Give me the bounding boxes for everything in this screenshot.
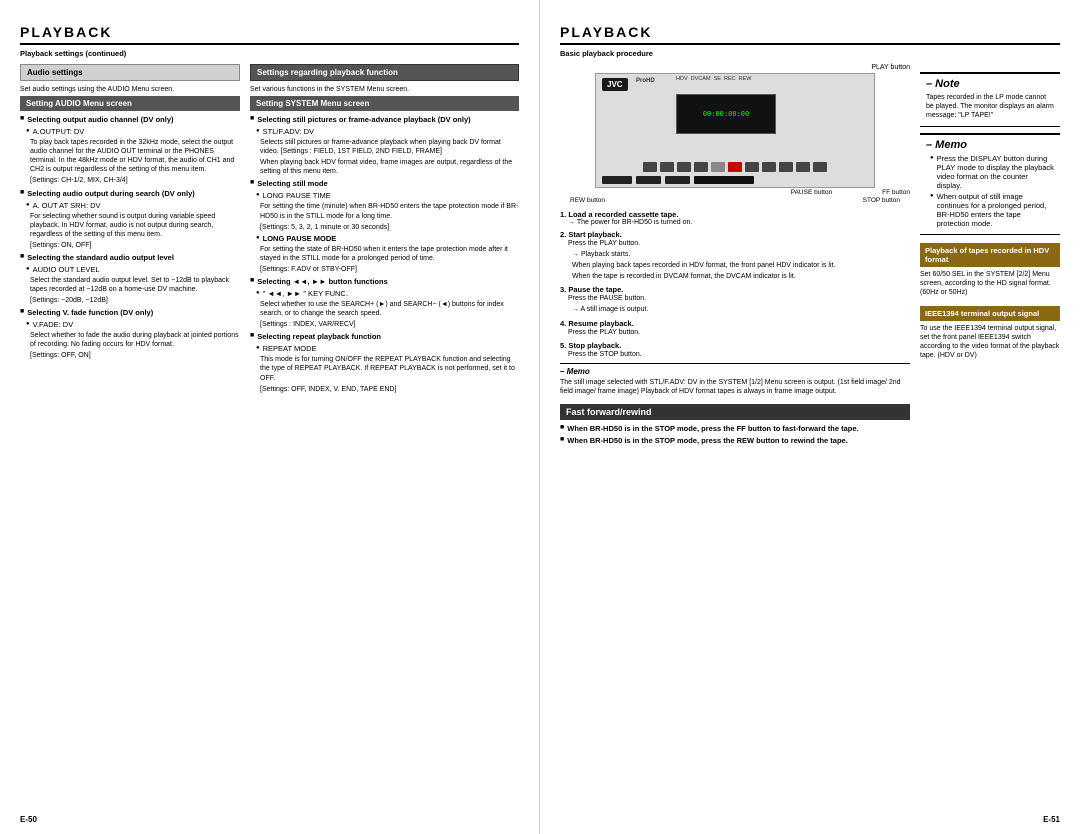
settings-function-heading: Settings regarding playback function [250, 64, 519, 81]
sf-item-1-body: Selects still pictures or frame-advance … [260, 138, 519, 156]
audio-item-4-settings: [Settings: OFF, ON] [30, 351, 240, 360]
audio-item-3-sub: AUDIO OUT LEVEL [26, 265, 240, 274]
audio-item-3-body: Select the standard audio output level. … [30, 276, 240, 294]
left-page-title: PLAYBACK [20, 24, 519, 45]
sf-item-1-sub: STL/F.ADV: DV [256, 127, 519, 136]
audio-item-4-body: Select whether to fade the audio during … [30, 331, 240, 349]
audio-item-4-heading: Selecting V. fade function (DV only) [20, 308, 240, 317]
stop-button-label: STOP button [863, 197, 900, 204]
play-button-label: PLAY button [560, 64, 910, 71]
right-page-title: PLAYBACK [560, 24, 1060, 45]
ff-item-2: When BR-HD50 is in the STOP mode, press … [560, 436, 910, 445]
note-box: – Note Tapes recorded in the LP mode can… [920, 72, 1060, 127]
sf-item-5-body: This mode is for turning ON/OFF the REPE… [260, 355, 519, 382]
pause-button-label: PAUSE button [791, 189, 832, 196]
sf-item-5-settings: [Settings: OFF, INDEX, V. END, TAPE END] [260, 385, 519, 394]
step-2: 2. Start playback. Press the PLAY button… [560, 230, 910, 281]
sf-item-2-settings: [Settings: 5, 3, 2, 1 minute or 30 secon… [260, 223, 519, 232]
audio-item-1-body: To play back tapes recorded in the 32kHz… [30, 138, 240, 174]
audio-item-2-sub: A. OUT AT SRH: DV [26, 201, 240, 210]
settings-function-intro: Set various functions in the SYSTEM Menu… [250, 85, 519, 94]
audio-settings-intro: Set audio settings using the AUDIO Menu … [20, 85, 240, 94]
sf-item-3-settings: [Settings: F.ADV or STBY-OFF] [260, 265, 519, 274]
memo-item-1: Press the DISPLAY button during PLAY mod… [930, 154, 1054, 190]
memo-box: – Memo Press the DISPLAY button during P… [920, 133, 1060, 235]
highlight1-body: Set 60/50 SEL in the SYSTEM [2/2] Menu s… [920, 270, 1060, 297]
sf-item-3-body: For setting the state of BR-HD50 when it… [260, 245, 519, 263]
highlight1-heading: Playback of tapes recorded in HDV format [920, 243, 1060, 267]
audio-item-3-heading: Selecting the standard audio output leve… [20, 253, 240, 262]
fast-forward-heading: Fast forward/rewind [560, 404, 910, 420]
audio-item-3-settings: [Settings: −20dB, −12dB] [30, 296, 240, 305]
audio-item-1-settings: [Settings: CH-1/2, MIX, CH-3/4] [30, 176, 240, 185]
sf-item-2-heading: Selecting still mode [250, 179, 519, 188]
audio-item-4-sub: V.FADE: DV [26, 320, 240, 329]
right-page-number: E-51 [1043, 815, 1060, 824]
sf-item-2-body: For setting the time (minute) when BR-HD… [260, 202, 519, 220]
audio-settings-heading: Audio settings [20, 64, 240, 81]
audio-item-2-body: For selecting whether sound is output du… [30, 212, 240, 239]
highlight2-heading: IEEE1394 terminal output signal [920, 306, 1060, 321]
audio-item-2-settings: [Settings: ON, OFF] [30, 241, 240, 250]
highlight2-body: To use the IEEE1394 terminal output sign… [920, 324, 1060, 360]
step-4: 4. Resume playback. Press the PLAY butto… [560, 319, 910, 337]
sf-item-4-heading: Selecting ◄◄, ►► button functions [250, 277, 519, 286]
sf-item-5-heading: Selecting repeat playback function [250, 332, 519, 341]
audio-item-1-heading: Selecting output audio channel (DV only) [20, 115, 240, 124]
ff-button-label: FF button [882, 189, 910, 196]
setting-system-menu-heading: Setting SYSTEM Menu screen [250, 96, 519, 111]
sf-item-4-settings: [Settings : INDEX, VAR/RECV] [260, 320, 519, 329]
sf-item-1-heading: Selecting still pictures or frame-advanc… [250, 115, 519, 124]
sf-item-4-body: Select whether to use the SEARCH+ (►) an… [260, 300, 519, 318]
rew-button-label: REW button [570, 197, 605, 204]
sf-item-2-sub: LONG PAUSE TIME [256, 191, 519, 200]
sf-item-5-sub: REPEAT MODE [256, 344, 519, 353]
left-page-number: E-50 [20, 815, 37, 824]
memo-stl-title: – Memo [560, 367, 910, 376]
step-3: 3. Pause the tape. Press the PAUSE butto… [560, 285, 910, 314]
audio-item-1-sub: A.OUTPUT: DV [26, 127, 240, 136]
left-page-subtitle: Playback settings (continued) [20, 49, 519, 58]
setting-audio-menu-heading: Setting AUDIO Menu screen [20, 96, 240, 111]
step-5: 5. Stop playback. Press the STOP button. [560, 341, 910, 359]
sf-item-4-sub: " ◄◄, ►► " KEY FUNC. [256, 289, 519, 298]
audio-item-2-heading: Selecting audio output during search (DV… [20, 189, 240, 198]
memo-item-2: When output of still image continues for… [930, 192, 1054, 228]
right-page-subtitle: Basic playback procedure [560, 49, 1060, 58]
sf-item-1-note: When playing back HDV format video, fram… [260, 158, 519, 176]
memo-stl-body: The still image selected with STL/F.ADV:… [560, 378, 910, 396]
ff-item-1: When BR-HD50 is in the STOP mode, press … [560, 424, 910, 433]
step-1: 1. Load a recorded cassette tape. → The … [560, 210, 910, 226]
sf-item-3-sub: LONG PAUSE MODE [256, 234, 519, 243]
